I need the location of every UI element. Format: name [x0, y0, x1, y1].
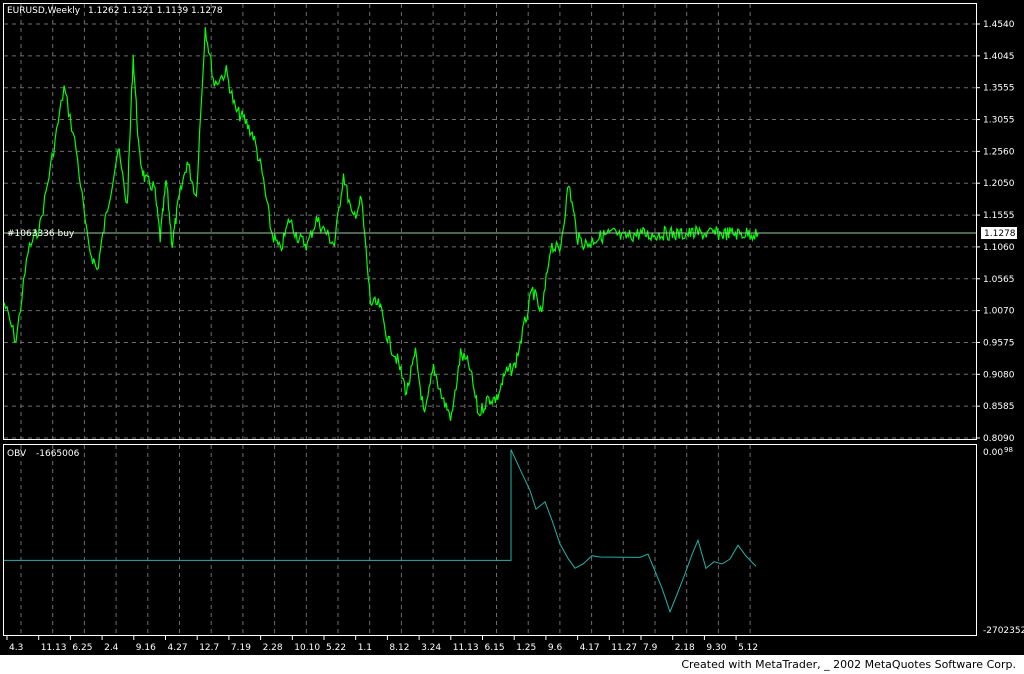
time-tick-label: 11.13 [453, 643, 479, 653]
indicator-name: OBV [7, 449, 27, 459]
time-tick-label: 1.1 [358, 643, 372, 653]
current-price-label: 1.1278 [984, 229, 1016, 239]
order-label: #1063336 buy [7, 229, 75, 239]
price-tick-label: 1.2050 [983, 179, 1015, 189]
indicator-axis-top: 0.00 [983, 448, 1003, 458]
time-tick-label: 12.7 [199, 643, 219, 653]
time-tick-label: 4.27 [168, 643, 188, 653]
time-tick-label: 4.17 [580, 643, 600, 653]
price-tick-label: 1.0565 [983, 275, 1015, 285]
metatrader-chart: 1.45401.40451.35551.30551.25601.20501.15… [0, 0, 1024, 655]
time-tick-label: 5.12 [738, 643, 758, 653]
time-tick-label: 9.6 [548, 643, 563, 653]
price-tick-label: 1.1060 [983, 243, 1015, 253]
time-tick-label: 10.10 [294, 643, 320, 653]
time-tick-label: 11.13 [41, 643, 67, 653]
time-tick-label: 4.3 [9, 643, 23, 653]
price-tick-label: 1.4540 [983, 20, 1015, 30]
price-tick-label: 0.8585 [983, 402, 1015, 412]
time-tick-label: 7.19 [231, 643, 251, 653]
price-tick-label: 1.2560 [983, 147, 1015, 157]
time-tick-label: 1.25 [516, 643, 536, 653]
price-tick-label: 0.8090 [983, 434, 1015, 444]
time-tick-label: 2.28 [263, 643, 283, 653]
time-tick-label: 2.4 [104, 643, 119, 653]
ohlc-label: 1.1262 1.1321 1.1139 1.1278 [88, 6, 223, 16]
price-tick-label: 1.3055 [983, 116, 1015, 126]
footer-credit: Created with MetaTrader, _ 2002 MetaQuot… [681, 658, 1016, 671]
time-tick-label: 9.30 [706, 643, 726, 653]
time-tick-label: 11.27 [611, 643, 637, 653]
price-tick-label: 0.9080 [983, 370, 1015, 380]
time-tick-label: 3.24 [421, 643, 441, 653]
footer-bar: Created with MetaTrader, _ 2002 MetaQuot… [0, 655, 1024, 674]
time-tick-label: 5.22 [326, 643, 346, 653]
time-tick-label: 8.12 [389, 643, 409, 653]
price-tick-label: 1.1555 [983, 211, 1015, 221]
indicator-axis-top-sup: 98 [1004, 446, 1013, 454]
time-tick-label: 7.9 [643, 643, 658, 653]
price-tick-label: 0.9575 [983, 338, 1015, 348]
time-tick-label: 6.15 [485, 643, 505, 653]
price-tick-label: 1.3555 [983, 84, 1015, 94]
time-tick-label: 2.18 [675, 643, 695, 653]
price-tick-label: 1.4045 [983, 52, 1015, 62]
indicator-value: -1665006 [36, 449, 80, 459]
indicator-axis-bottom: -2702352 [983, 626, 1024, 636]
symbol-label: EURUSD,Weekly [7, 6, 81, 16]
price-tick-label: 1.0070 [983, 307, 1015, 317]
time-tick-label: 6.25 [72, 643, 92, 653]
time-tick-label: 9.16 [136, 643, 156, 653]
